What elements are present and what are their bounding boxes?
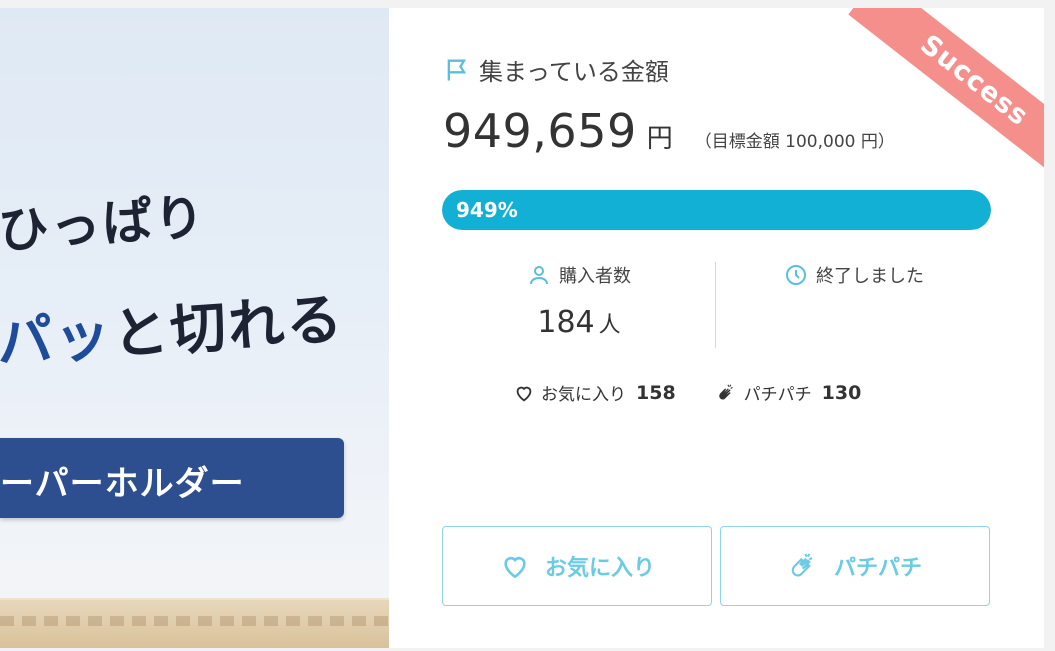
flag-icon bbox=[447, 59, 467, 80]
funding-goal: （目標金額 100,000 円） bbox=[694, 132, 895, 152]
buyers-unit: 人 bbox=[598, 313, 621, 338]
funding-card: Success 集まっている金額 949,659 円 （目標金額 100,000… bbox=[389, 8, 1044, 648]
clap-button[interactable]: パチパチ bbox=[720, 526, 990, 606]
favorite-count: 158 bbox=[636, 381, 676, 404]
buyers-label: 購入者数 bbox=[559, 266, 631, 287]
progress-bar: 949% bbox=[442, 190, 991, 230]
buyers-label-row: 購入者数 bbox=[527, 262, 631, 288]
person-icon bbox=[530, 266, 548, 285]
heart-icon bbox=[516, 386, 532, 401]
hero-banner-text: ーパーホルダー bbox=[0, 464, 245, 504]
favorite-count-label: お気に入り bbox=[541, 385, 626, 405]
stats-panel: 購入者数 184 人 終了しました bbox=[442, 258, 991, 348]
clock-icon bbox=[786, 265, 806, 285]
funding-currency: 円 bbox=[646, 124, 673, 154]
social-counts: お気に入り 158 パチパチ 130 bbox=[513, 380, 901, 405]
clap-button-label: パチパチ bbox=[833, 556, 922, 581]
clap-icon bbox=[791, 553, 813, 577]
clap-count: 130 bbox=[821, 381, 862, 404]
status-label: 終了しました bbox=[816, 266, 924, 287]
funding-amount-row: 949,659 円 （目標金額 100,000 円） bbox=[443, 104, 895, 158]
favorite-count-item: お気に入り 158 bbox=[513, 380, 676, 405]
hero-wood-grain bbox=[0, 616, 389, 626]
hero-banner: ーパーホルダー bbox=[0, 438, 344, 518]
status-label-row: 終了しました bbox=[784, 262, 924, 288]
progress-fill bbox=[442, 190, 991, 230]
stats-divider bbox=[715, 262, 716, 348]
clap-icon bbox=[718, 384, 733, 399]
hero-text-line2: パッと切れる bbox=[0, 274, 346, 379]
product-image: ひっぱり パッと切れる ーパーホルダー bbox=[0, 8, 389, 648]
favorite-button[interactable]: お気に入り bbox=[442, 526, 712, 606]
hero-text-accent: パッ bbox=[0, 303, 115, 377]
funding-amount: 949,659 bbox=[443, 104, 637, 158]
clap-count-label: パチパチ bbox=[743, 385, 812, 405]
buyers-stat: 購入者数 184 人 bbox=[442, 258, 716, 348]
funding-title: 集まっている金額 bbox=[479, 58, 669, 86]
clap-count-item: パチパチ 130 bbox=[716, 380, 862, 405]
funding-title-row: 集まっている金額 bbox=[443, 52, 669, 87]
status-stat: 終了しました bbox=[717, 258, 991, 348]
buyers-value: 184 bbox=[537, 305, 595, 340]
progress-label: 949% bbox=[456, 198, 518, 222]
buyers-value-row: 184 人 bbox=[442, 305, 716, 340]
hero-text-rest: と切れる bbox=[110, 286, 347, 368]
hero-text-line1: ひっぱり bbox=[0, 187, 209, 261]
favorite-button-label: お気に入り bbox=[544, 556, 655, 581]
heart-icon bbox=[504, 556, 526, 579]
